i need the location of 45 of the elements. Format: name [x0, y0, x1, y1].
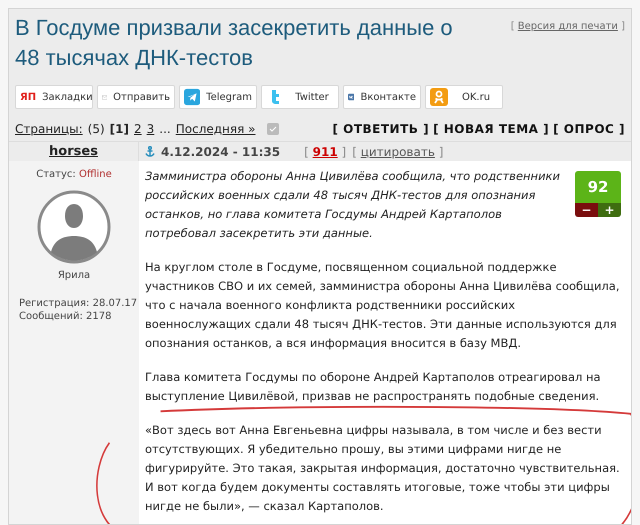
post-date: 4.12.2024 - 11:35	[161, 144, 280, 160]
paragraph: На круглом столе в Госдуме, посвященном социальной поддержке участников СВО и их семей, замминистра обороны Анна Цивилёва сообщила, что с начала военного конфликта родственники российских военнослужащих сдали 48 тысяч ДНК-тестов. Эти данные используются для опознания останков, а вся информация вносится в базу МВД.	[145, 259, 620, 352]
ellipsis: ...	[159, 121, 171, 138]
action-link[interactable]: [ ОПРОС ]	[553, 120, 625, 138]
rating-score: 92	[575, 171, 621, 203]
paragraph: «Вот здесь вот Анна Евгеньевна цифры называла, в том числе и без вести отсутствующих. Я убедительно прошу, вы этими цифрами нигде не фигурируйте. Это такая, закрытая информация, достаточно чувствительная. И вот когда будем документы составлять итоговые, тоже чтобы эти цифры нигде не были», — сказал Картаполов.	[145, 421, 623, 516]
bracket: [	[352, 144, 357, 158]
message-count: Сообщений: 2178	[19, 310, 112, 323]
action-link[interactable]: [ ОТВЕТИТЬ ]	[332, 120, 430, 138]
topic-title: В Госдуме призвали засекретить данные о 48 тысячах ДНК-тестов	[15, 14, 454, 72]
bracket: [	[304, 144, 309, 158]
last-page-link[interactable]: Последняя »	[176, 120, 256, 138]
anchor-icon[interactable]	[145, 146, 155, 157]
share-button[interactable]: Отправить	[97, 85, 175, 109]
share-button[interactable]: Twitter	[261, 85, 339, 109]
page-link[interactable]: 3	[146, 120, 154, 138]
user-group: Ярила	[58, 268, 90, 283]
pages-label[interactable]: Страницы:	[15, 120, 83, 138]
ok-logo-icon	[430, 88, 448, 106]
bracket: [	[510, 21, 515, 32]
lead-paragraph: Замминистра обороны Анна Цивилёва сообщила, что родственники российских военных сдали 48 тысяч ДНК-тестов для опознания останков, но глава комитета Госдумы Андрей Картаполов потребовал засекретить эти данные.	[145, 168, 561, 242]
share-button[interactable]: Вконтакте	[343, 85, 421, 109]
share-button[interactable]: Telegram	[179, 85, 257, 109]
rating-minus-button[interactable]: −	[575, 203, 598, 217]
status-label: Статус:	[36, 169, 76, 180]
share-button[interactable]: ЯП Закладки	[15, 85, 93, 109]
quote-link[interactable]: цитировать	[360, 144, 435, 158]
page-link[interactable]: 2	[134, 120, 142, 138]
rating-plus-button[interactable]: +	[598, 203, 621, 217]
bracket: ]	[438, 144, 444, 158]
share-button[interactable]: OK.ru	[425, 85, 503, 109]
page-link[interactable]: [1]	[110, 120, 129, 138]
paper-plane-icon	[184, 88, 200, 106]
paragraph: Глава комитета Госдумы по обороне Андрей Картаполов отреагировал на выступление Цивилёвой, призвав не распространять подобные сведения.	[145, 369, 602, 405]
author-link[interactable]: horses	[49, 142, 98, 162]
checkbox-icon[interactable]	[266, 123, 278, 135]
ya-logo: ЯП	[20, 90, 36, 104]
user-status: Offline	[78, 169, 112, 180]
page-count: (5)	[88, 121, 105, 138]
registration-date: Регистрация: 28.07.17	[19, 297, 138, 310]
bracket: ]	[342, 144, 346, 158]
action-link[interactable]: [ НОВАЯ ТЕМА ]	[433, 120, 550, 138]
bracket: ]	[621, 21, 625, 32]
print-version-link[interactable]: Версия для печати	[518, 21, 618, 32]
post-number-link[interactable]: 911	[312, 144, 338, 158]
